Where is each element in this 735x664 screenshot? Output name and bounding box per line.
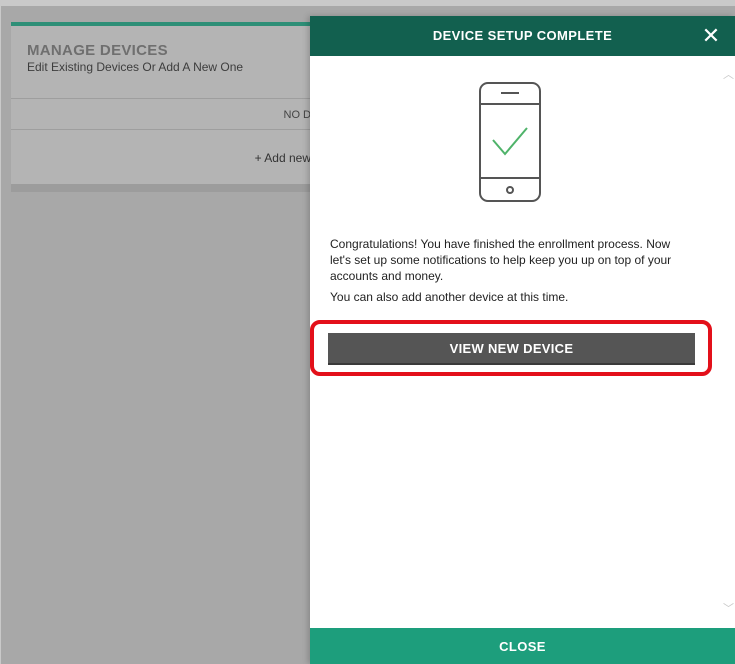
modal-header: DEVICE SETUP COMPLETE ✕	[310, 16, 735, 56]
completion-paragraph: Congratulations! You have finished the e…	[330, 237, 672, 283]
close-button[interactable]: CLOSE	[310, 628, 735, 664]
add-new-device-link[interactable]: + Add new	[11, 132, 311, 184]
manage-devices-title: MANAGE DEVICES	[27, 42, 168, 59]
add-device-paragraph: You can also add another device at this …	[330, 290, 569, 304]
chevron-down-icon[interactable]: ﹀	[723, 604, 734, 615]
add-new-text: + Add new	[254, 151, 311, 165]
no-devices-text: NO D	[283, 109, 312, 121]
device-setup-modal: DEVICE SETUP COMPLETE ✕ Congratulations!…	[310, 16, 735, 664]
manage-devices-card: MANAGE DEVICES Edit Existing Devices Or …	[11, 22, 311, 188]
completion-message: Congratulations! You have finished the e…	[330, 236, 690, 310]
modal-title: DEVICE SETUP COMPLETE	[432, 28, 613, 43]
view-new-device-button[interactable]: VIEW NEW DEVICE	[328, 333, 695, 365]
card-header: MANAGE DEVICES Edit Existing Devices Or …	[11, 26, 311, 80]
chevron-up-icon[interactable]: ︿	[723, 70, 734, 81]
modal-scrollbar[interactable]: ︿ ﹀	[721, 56, 735, 615]
phone-check-icon	[477, 80, 543, 204]
modal-body: Congratulations! You have finished the e…	[310, 56, 735, 628]
manage-devices-subtitle: Edit Existing Devices Or Add A New One	[27, 60, 244, 74]
card-shadow	[11, 184, 311, 192]
no-devices-row: NO D	[11, 98, 311, 130]
close-icon[interactable]: ✕	[699, 23, 723, 49]
